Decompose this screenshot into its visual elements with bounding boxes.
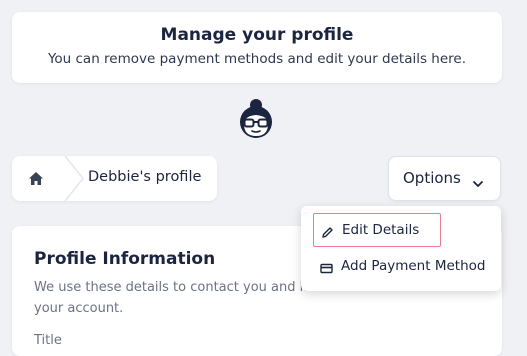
page-title: Manage your profile bbox=[160, 25, 354, 45]
menu-item-label: Add Payment Method bbox=[341, 258, 486, 274]
options-button[interactable]: Options bbox=[388, 156, 501, 201]
breadcrumb-separator bbox=[64, 155, 86, 202]
menu-item-label: Edit Details bbox=[342, 222, 420, 238]
menu-item-edit-details[interactable]: Edit Details bbox=[313, 213, 441, 247]
profile-description-line-2: your account. bbox=[34, 301, 124, 316]
options-label: Options bbox=[403, 169, 461, 187]
breadcrumb: Debbie's profile bbox=[12, 155, 217, 202]
menu-item-add-payment-method[interactable]: Add Payment Method bbox=[313, 250, 491, 284]
credit-card-icon bbox=[320, 260, 333, 274]
options-dropdown-menu: Edit Details Add Payment Method bbox=[301, 206, 501, 291]
profile-title: Profile Information bbox=[34, 249, 216, 269]
header-card: Manage your profile You can remove payme… bbox=[12, 12, 502, 83]
page-subtitle: You can remove payment methods and edit … bbox=[47, 51, 467, 67]
breadcrumb-current: Debbie's profile bbox=[88, 169, 202, 185]
chevron-down-icon bbox=[472, 174, 484, 187]
home-icon[interactable] bbox=[28, 171, 44, 186]
pencil-icon bbox=[321, 224, 334, 238]
avatar-icon bbox=[236, 96, 276, 140]
